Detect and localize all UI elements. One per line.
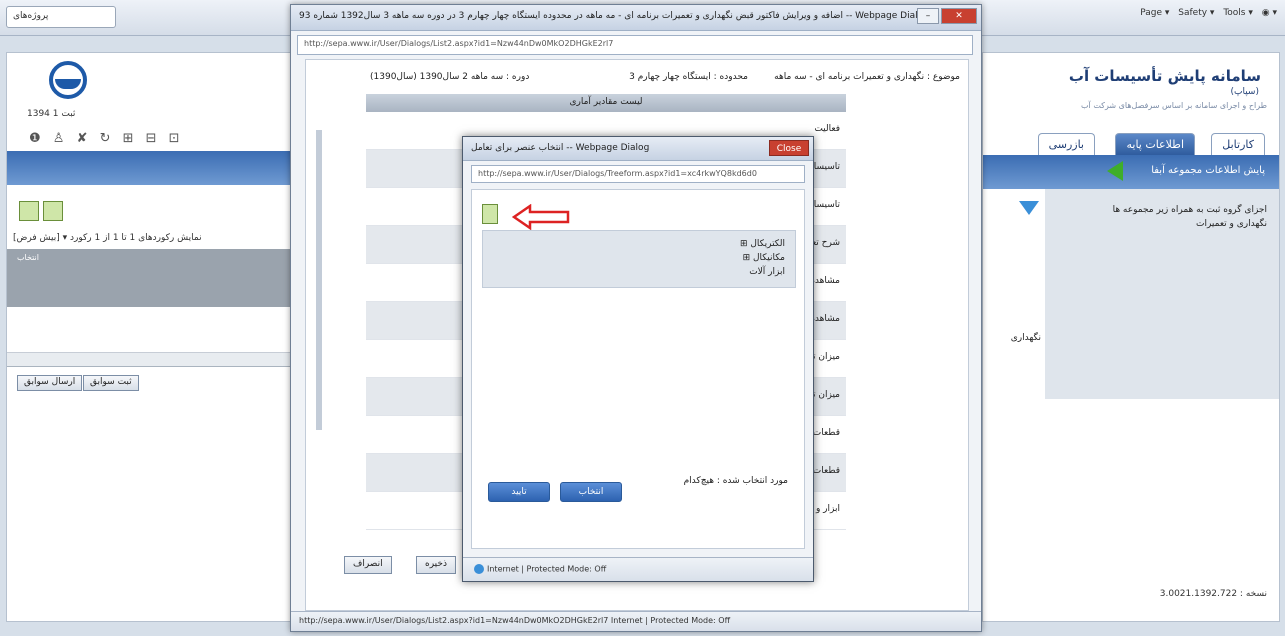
- table-row-footer: [7, 353, 310, 367]
- cancel-button[interactable]: انصراف: [344, 556, 392, 574]
- red-arrow-icon: [512, 204, 570, 230]
- page-menu[interactable]: Page ▾: [1140, 8, 1169, 18]
- filter-option-text[interactable]: اجزای گروه ثبت به همراه زیر مجموعه ها: [1113, 205, 1267, 215]
- window-controls: – ✕: [915, 8, 977, 24]
- grid-header: [7, 249, 310, 307]
- minimize-button[interactable]: –: [917, 8, 939, 24]
- tab-base-info[interactable]: اطلاعات پایه: [1115, 133, 1195, 155]
- send-records-button[interactable]: ارسال سوابق: [17, 375, 83, 391]
- info-range: محدوده : ایستگاه چهار چهارم 3: [629, 72, 748, 82]
- paging-row[interactable]: [بیش فرض] ▾ نمایش رکوردهای 1 تا 1 از 1 ر…: [13, 233, 303, 243]
- toolbar-icons[interactable]: ❶ ♙ ✘ ↻ ⊞ ⊟ ⊡: [29, 131, 184, 146]
- action-icons: [19, 201, 67, 224]
- selected-item-label: مورد انتخاب شده : هیچ‌کدام: [683, 476, 788, 486]
- app-title: سامانه پایش تأسیسات آب: [1068, 67, 1261, 85]
- inner-dialog-title: انتخاب عنصر برای تعامل -- Webpage Dialog: [463, 137, 813, 161]
- inner-close-button[interactable]: Close: [769, 140, 809, 156]
- inner-dialog-url: http://sepa.www.ir/User/Dialogs/Treeform…: [471, 165, 805, 183]
- tree-item-mechanical[interactable]: ⊞ مکانیکال: [493, 251, 785, 265]
- inner-status-bar: Internet | Protected Mode: Off: [463, 557, 813, 581]
- document-icon[interactable]: [19, 201, 39, 221]
- save-records-button[interactable]: ثبت سوابق: [83, 375, 139, 391]
- play-arrow-icon: [1107, 161, 1123, 181]
- scrollbar[interactable]: [316, 130, 322, 430]
- info-subject: موضوع : نگهداری و تعمیرات برنامه ای - سه…: [774, 72, 960, 82]
- element-tree: ⊞ الکتریکال ⊞ مکانیکال ابزار آلات: [482, 230, 796, 288]
- filter-option-subtext: نگهداری و تعمیرات: [1195, 219, 1267, 229]
- tree-item-electrical[interactable]: ⊞ الکتریکال: [493, 237, 785, 251]
- help-menu[interactable]: ◉ ▾: [1262, 8, 1277, 18]
- inner-dialog-body: ⊞ الکتریکال ⊞ مکانیکال ابزار آلات مورد ا…: [471, 189, 805, 549]
- table-row[interactable]: [7, 307, 310, 353]
- confirm-button[interactable]: تایید: [488, 482, 550, 502]
- right-panel: سامانه پایش تأسیسات آب (سپاپ) طراح و اجر…: [982, 52, 1280, 622]
- maintenance-item[interactable]: نگهداری: [1011, 333, 1041, 343]
- browser-tools: Page ▾ Safety ▾ Tools ▾ ◉ ▾: [1134, 8, 1277, 18]
- version-label: نسخه : 3.0021.1392.722: [1159, 589, 1267, 599]
- grid-header-cell: انتخاب: [17, 253, 39, 262]
- outer-dialog-title: اضافه و ویرایش فاکتور قبض نگهداری و تعمی…: [291, 5, 981, 31]
- browser-tab[interactable]: پروژه‌های: [6, 6, 116, 28]
- filter-icon[interactable]: [1019, 201, 1039, 215]
- header-strip: [7, 151, 310, 185]
- left-panel: 1394 ثبت 1 ❶ ♙ ✘ ↻ ⊞ ⊟ ⊡ [بیش فرض] ▾ نما…: [6, 52, 311, 622]
- form-header: لیست مقادیر آماری: [366, 94, 846, 112]
- document-icon[interactable]: [482, 204, 498, 224]
- close-button[interactable]: ✕: [941, 8, 977, 24]
- outer-dialog-url: http://sepa.www.ir/User/Dialogs/List2.as…: [297, 35, 973, 55]
- app-description: طراح و اجرای سامانه بر اساس سرفصل‌های شر…: [1081, 101, 1267, 110]
- save-button[interactable]: ذخیره: [416, 556, 456, 574]
- select-button[interactable]: انتخاب: [560, 482, 622, 502]
- inner-dialog: انتخاب عنصر برای تعامل -- Webpage Dialog…: [462, 136, 814, 582]
- tools-menu[interactable]: Tools ▾: [1223, 8, 1253, 18]
- globe-icon: [474, 564, 484, 574]
- app-subtitle: (سپاپ): [1230, 87, 1259, 97]
- tab-cartable[interactable]: کارتابل: [1211, 133, 1265, 155]
- tree-item-tools[interactable]: ابزار آلات: [493, 265, 785, 279]
- info-period: دوره : سه ماهه 2 سال1390 (سال1390): [370, 72, 530, 82]
- strip-label: پایش اطلاعات مجموعه آبفا: [1151, 165, 1265, 176]
- enter-icon[interactable]: [43, 201, 63, 221]
- tab-inspection[interactable]: بازرسی: [1037, 133, 1095, 155]
- outer-status-bar: http://sepa.www.ir/User/Dialogs/List2.as…: [291, 611, 981, 631]
- date-label: 1394 ثبت 1: [27, 109, 76, 119]
- safety-menu[interactable]: Safety ▾: [1178, 8, 1214, 18]
